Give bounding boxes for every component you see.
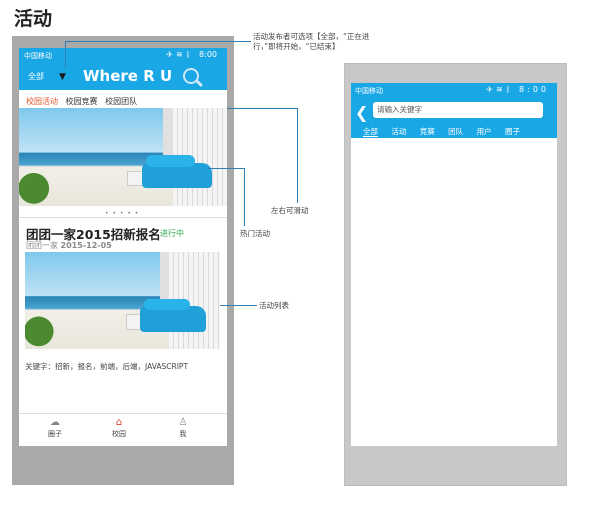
- status-bar: 中国移动 ✈≋ᛒ 8:00: [19, 48, 227, 64]
- annotation-line: [244, 168, 245, 226]
- airplane-icon: ✈: [486, 85, 496, 94]
- bottom-nav: ☁ 圈子 ⌂ 校园 ♙ 我: [19, 413, 227, 446]
- carrier-label: 中国移动: [355, 87, 383, 95]
- status-time: 8:00: [199, 50, 217, 59]
- annotation-publisher-options: 活动发布者可选项【全部，“正在进行，”即将开始，“已结束】: [253, 32, 370, 51]
- airplane-icon: ✈: [166, 50, 176, 59]
- back-arrow-icon[interactable]: ❮: [355, 103, 368, 122]
- hero-carousel-image[interactable]: [19, 108, 227, 206]
- status-time: 8:00: [519, 85, 549, 94]
- bluetooth-icon: ᛒ: [185, 50, 194, 59]
- tab-circle[interactable]: 圈子: [505, 127, 520, 136]
- wifi-icon: ≋: [175, 50, 186, 59]
- status-badge: 进行中: [160, 229, 184, 238]
- bluetooth-icon: ᛒ: [505, 85, 514, 94]
- filter-dropdown[interactable]: 全部: [28, 71, 44, 82]
- annotation-line: [65, 41, 66, 68]
- search-input[interactable]: 请输入关键字: [373, 102, 543, 118]
- chat-icon: ☁: [50, 417, 60, 428]
- tab-campus-activity[interactable]: 校园活动: [26, 97, 58, 106]
- annotation-line: [297, 108, 298, 203]
- search-tabs: 全部 活动 竞赛 团队 用户 圈子: [363, 126, 531, 137]
- annotation-hot: 热门活动: [240, 229, 270, 238]
- app-brand: Where R U: [83, 67, 173, 85]
- search-header: ❮ 请输入关键字 全部 活动 竞赛 团队 用户 圈子: [351, 98, 557, 138]
- annotation-line: [227, 108, 297, 109]
- event-keywords: 关键字：招新，报名，前端，后端，JAVASCRIPT: [25, 362, 189, 371]
- tab-all[interactable]: 全部: [363, 127, 378, 137]
- school-icon: ⌂: [115, 417, 123, 428]
- annotation-line: [65, 41, 251, 42]
- nav-item-me[interactable]: ♙ 我: [163, 417, 203, 439]
- tab-campus-team[interactable]: 校园团队: [105, 97, 137, 106]
- user-icon: ♙: [178, 417, 188, 428]
- nav-item-campus[interactable]: ⌂ 校园: [99, 417, 139, 439]
- annotation-line: [208, 168, 244, 169]
- page-title: 活动: [14, 8, 53, 30]
- nav-item-circle[interactable]: ☁ 圈子: [35, 417, 75, 439]
- annotation-list: 活动列表: [259, 301, 289, 310]
- nav-label: 圈子: [48, 430, 62, 438]
- app-header: 全部 ▼ Where R U: [19, 64, 227, 90]
- status-icons: ✈≋ᛒ 8:00: [166, 50, 217, 59]
- nav-label: 校园: [112, 430, 126, 438]
- category-tabs: 校园活动 校园竞赛 校园团队: [26, 96, 142, 107]
- divider: [19, 217, 227, 218]
- carrier-label: 中国移动: [24, 52, 52, 60]
- tab-competition[interactable]: 竞赛: [420, 127, 435, 136]
- wifi-icon: ≋: [495, 85, 506, 94]
- tab-campus-competition[interactable]: 校园竞赛: [66, 97, 98, 106]
- event-organizer: 团团一家: [26, 241, 58, 250]
- chevron-down-icon[interactable]: ▼: [59, 72, 66, 82]
- tab-activity[interactable]: 活动: [391, 127, 406, 136]
- annotation-swipe: 左右可滑动: [271, 206, 309, 215]
- tab-team[interactable]: 团队: [448, 127, 463, 136]
- event-meta: 团团一家 2015-12-05: [26, 240, 112, 251]
- tab-user[interactable]: 用户: [477, 127, 492, 136]
- status-bar-right: 中国移动 ✈≋ᛒ 8:00: [351, 83, 557, 98]
- nav-label: 我: [179, 430, 187, 438]
- annotation-line: [220, 305, 257, 306]
- event-image[interactable]: [25, 252, 220, 349]
- status-icons: ✈≋ᛒ 8:00: [486, 85, 549, 94]
- carousel-indicator[interactable]: • • • • •: [105, 210, 139, 217]
- search-icon[interactable]: [183, 68, 199, 84]
- event-date: 2015-12-05: [60, 241, 112, 250]
